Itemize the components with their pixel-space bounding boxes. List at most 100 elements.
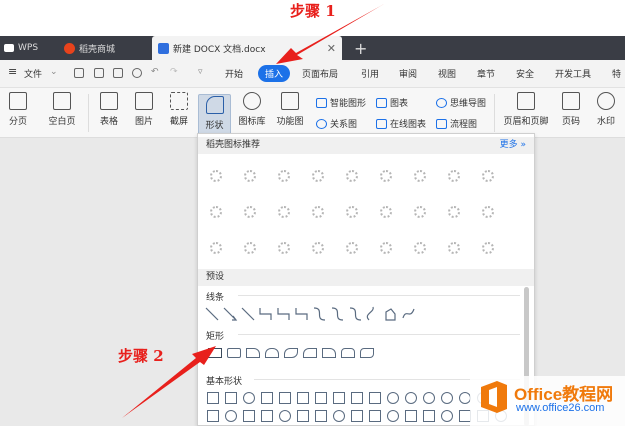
loading-spinner-icon[interactable] — [312, 242, 324, 254]
page-break-button[interactable]: 分页 — [4, 88, 32, 127]
loading-spinner-icon[interactable] — [448, 242, 460, 254]
tab-docx[interactable]: 新建 DOCX 文档.docx ✕ — [152, 36, 342, 60]
loading-spinner-icon[interactable] — [210, 242, 222, 254]
table-button[interactable]: 表格 — [94, 88, 124, 127]
mindmap-button[interactable]: 思维导图 — [436, 96, 486, 109]
oval-icon[interactable] — [243, 392, 255, 404]
loading-spinner-icon[interactable] — [244, 170, 256, 182]
menu-file[interactable]: 文件 — [24, 67, 42, 80]
basic-shape-icon[interactable] — [207, 410, 219, 422]
octagon-icon[interactable] — [369, 392, 381, 404]
relation-chart-button[interactable]: 关系图 — [316, 117, 357, 130]
header-footer-button[interactable]: 页眉和页脚 — [500, 88, 552, 127]
redo-icon[interactable]: ↷ — [170, 67, 178, 77]
hamburger-icon[interactable]: ≡ — [8, 65, 17, 78]
hexagon-icon[interactable] — [351, 392, 363, 404]
round-diagonal-rect-icon[interactable] — [360, 348, 374, 358]
loading-spinner-icon[interactable] — [244, 242, 256, 254]
loading-spinner-icon[interactable] — [278, 170, 290, 182]
online-chart-button[interactable]: 在线图表 — [376, 117, 426, 130]
picture-button[interactable]: 图片 — [129, 88, 159, 127]
trapezoid-icon[interactable] — [315, 392, 327, 404]
snip-diagonal-rect-icon[interactable] — [284, 348, 298, 358]
loading-spinner-icon[interactable] — [346, 170, 358, 182]
loading-spinner-icon[interactable] — [210, 206, 222, 218]
menu-review[interactable]: 审阅 — [399, 67, 417, 80]
menu-insert[interactable]: 插入 — [258, 65, 291, 82]
loading-spinner-icon[interactable] — [414, 206, 426, 218]
loading-spinner-icon[interactable] — [380, 170, 392, 182]
rectangle-icon[interactable] — [208, 348, 222, 358]
print-preview-icon[interactable] — [132, 68, 142, 78]
export-pdf-icon[interactable] — [94, 68, 104, 78]
round-same-side-rect-icon[interactable] — [341, 348, 355, 358]
menu-page-layout[interactable]: 页面布局 — [302, 67, 338, 80]
basic-shape-icon[interactable] — [297, 410, 309, 422]
basic-shape-icon[interactable] — [405, 410, 417, 422]
rounded-rectangle-icon[interactable] — [227, 348, 241, 358]
basic-shape-icon[interactable] — [225, 410, 237, 422]
snip-round-rect-icon[interactable] — [303, 348, 317, 358]
loading-spinner-icon[interactable] — [482, 206, 494, 218]
loading-spinner-icon[interactable] — [380, 242, 392, 254]
basic-shape-icon[interactable] — [351, 410, 363, 422]
loading-spinner-icon[interactable] — [380, 206, 392, 218]
loading-spinner-icon[interactable] — [244, 206, 256, 218]
basic-shape-icon[interactable] — [369, 410, 381, 422]
basic-shape-icon[interactable] — [441, 410, 453, 422]
snip-corner-rect-icon[interactable] — [246, 348, 260, 358]
basic-shape-icon[interactable] — [387, 410, 399, 422]
loading-spinner-icon[interactable] — [448, 206, 460, 218]
right-triangle-icon[interactable] — [279, 392, 291, 404]
screenshot-button[interactable]: 截屏 — [164, 88, 194, 127]
chevron-down-icon[interactable]: ⌄ — [50, 67, 58, 77]
menu-view[interactable]: 视图 — [438, 67, 456, 80]
loading-spinner-icon[interactable] — [278, 242, 290, 254]
loading-spinner-icon[interactable] — [312, 206, 324, 218]
menu-start[interactable]: 开始 — [225, 67, 243, 80]
menu-references[interactable]: 引用 — [361, 67, 379, 80]
diamond-icon[interactable] — [333, 392, 345, 404]
loading-spinner-icon[interactable] — [482, 170, 494, 182]
chart-button[interactable]: 图表 — [376, 96, 408, 109]
number-circle-icon[interactable] — [405, 392, 417, 404]
print-icon[interactable] — [113, 68, 123, 78]
smart-shape-button[interactable]: 智能图形 — [316, 96, 366, 109]
menu-security[interactable]: 安全 — [516, 67, 534, 80]
basic-shape-icon[interactable] — [279, 410, 291, 422]
number-circle-icon[interactable] — [387, 392, 399, 404]
text-box-icon[interactable] — [207, 392, 219, 404]
save-icon[interactable] — [74, 68, 84, 78]
shape-button[interactable]: 形状 — [198, 94, 231, 136]
basic-shape-icon[interactable] — [261, 410, 273, 422]
snip-same-side-rect-icon[interactable] — [265, 348, 279, 358]
loading-spinner-icon[interactable] — [414, 170, 426, 182]
pie-icon[interactable] — [441, 392, 453, 404]
tab-wps[interactable]: WPS — [4, 36, 56, 60]
watermark-button[interactable]: 水印 — [590, 88, 622, 127]
icon-library-button[interactable]: 图标库 — [234, 88, 270, 127]
round-single-corner-rect-icon[interactable] — [322, 348, 336, 358]
basic-shape-icon[interactable] — [423, 410, 435, 422]
menu-special[interactable]: 特 — [612, 67, 621, 80]
loading-spinner-icon[interactable] — [312, 170, 324, 182]
more-link[interactable]: 更多 » — [500, 137, 526, 154]
basic-shape-icon[interactable] — [243, 410, 255, 422]
loading-spinner-icon[interactable] — [448, 170, 460, 182]
tab-daoke-store[interactable]: 稻壳商城 — [64, 36, 144, 60]
blank-page-button[interactable]: 空白页 — [40, 88, 84, 127]
more-quick-icon[interactable]: ▿ — [198, 67, 203, 77]
triangle-icon[interactable] — [261, 392, 273, 404]
loading-spinner-icon[interactable] — [278, 206, 290, 218]
parallelogram-icon[interactable] — [297, 392, 309, 404]
basic-shape-icon[interactable] — [315, 410, 327, 422]
page-number-button[interactable]: 页码 — [556, 88, 586, 127]
new-tab-button[interactable]: + — [354, 36, 370, 60]
close-tab-icon[interactable]: ✕ — [327, 42, 336, 55]
menu-chapter[interactable]: 章节 — [477, 67, 495, 80]
vertical-text-box-icon[interactable] — [225, 392, 237, 404]
loading-spinner-icon[interactable] — [346, 242, 358, 254]
loading-spinner-icon[interactable] — [482, 242, 494, 254]
basic-shape-icon[interactable] — [333, 410, 345, 422]
function-chart-button[interactable]: 功能图 — [272, 88, 308, 127]
